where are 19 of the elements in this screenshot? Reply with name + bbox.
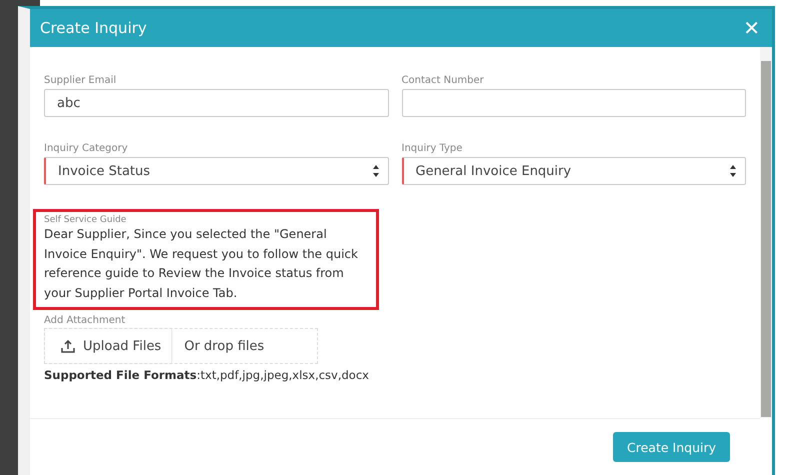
drop-zone-text[interactable]: Or drop files [172,329,276,363]
field-label: Contact Number [402,75,485,86]
field-label: Supplier Email [44,75,118,86]
guide-text: Dear Supplier, Since you selected the "General Invoice Enquiry". We request you to follow the quick reference guide to Review the Invoice status from your Supplier Portal Invoice Tab. [44,226,359,302]
select-dropdown[interactable]: Invoice Status [44,157,388,185]
attachment-label: Add Attachment [44,315,126,326]
field-label: Inquiry Category [44,143,129,154]
select-dropdown[interactable]: General Invoice Enquiry [402,157,746,185]
guide-label: Self Service Guide [44,215,128,225]
dialog-title: Create Inquiry [40,19,147,37]
field-label: Inquiry Type [402,143,464,154]
text-input[interactable] [402,89,746,117]
scrollbar[interactable] [760,47,772,418]
upload-button[interactable]: Upload Files [45,329,172,363]
supported-formats-text: Supported File Formats:txt,pdf,jpg,jpeg,xlsx,csv,docx [44,368,370,382]
sort-caret-icon [729,164,737,178]
text-input[interactable]: abc [44,89,388,117]
sort-caret-icon [372,164,380,178]
upload-icon [61,340,75,352]
